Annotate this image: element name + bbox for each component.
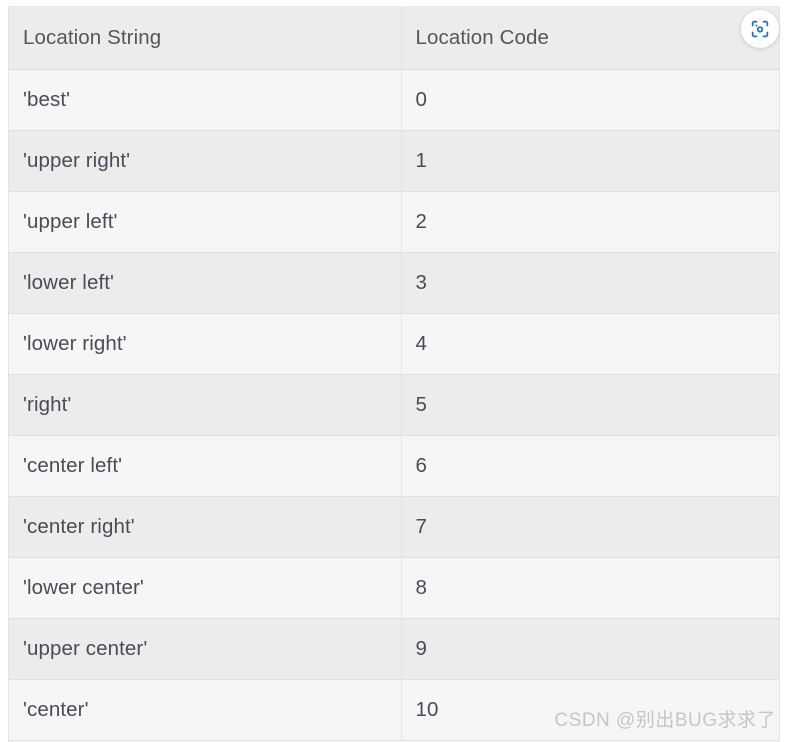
cell-location-code: 5 xyxy=(401,374,780,436)
scan-lens-icon xyxy=(751,20,769,38)
cell-location-code: 6 xyxy=(401,435,780,497)
table-row: 'lower left' 3 xyxy=(9,252,780,314)
cell-location-string: 'lower right' xyxy=(9,313,402,375)
table-row: 'upper center' 9 xyxy=(9,618,780,680)
table-row: 'center left' 6 xyxy=(9,435,780,497)
table-row: 'center' 10 xyxy=(9,679,780,741)
location-code-table: Location String Location Code 'best' 0'up… xyxy=(9,7,780,741)
cell-location-string: 'right' xyxy=(9,374,402,436)
cell-location-string: 'center' xyxy=(9,679,402,741)
cell-location-code: 4 xyxy=(401,313,780,375)
cell-location-code: 10 xyxy=(401,679,780,741)
cell-location-string: 'upper left' xyxy=(9,191,402,253)
table-row: 'upper right' 1 xyxy=(9,130,780,192)
cell-location-string: 'lower left' xyxy=(9,252,402,314)
cell-location-string: 'center left' xyxy=(9,435,402,497)
cell-location-code: 3 xyxy=(401,252,780,314)
cell-location-string: 'upper right' xyxy=(9,130,402,192)
column-header-location-code: Location Code xyxy=(401,7,780,70)
table-row: 'lower right' 4 xyxy=(9,313,780,375)
scan-lens-button[interactable] xyxy=(741,10,779,48)
cell-location-code: 7 xyxy=(401,496,780,558)
cell-location-string: 'upper center' xyxy=(9,618,402,680)
cell-location-code: 1 xyxy=(401,130,780,192)
cell-location-code: 0 xyxy=(401,69,780,131)
table-row: 'right' 5 xyxy=(9,374,780,436)
table-row: 'lower center' 8 xyxy=(9,557,780,619)
column-header-location-string: Location String xyxy=(9,7,402,70)
location-code-table-container: Location String Location Code 'best' 0'up… xyxy=(8,6,780,742)
table-body: 'best' 0'upper right' 1'upper left' 2'lower… xyxy=(9,69,780,741)
cell-location-code: 9 xyxy=(401,618,780,680)
cell-location-string: 'center right' xyxy=(9,496,402,558)
cell-location-code: 8 xyxy=(401,557,780,619)
cell-location-code: 2 xyxy=(401,191,780,253)
cell-location-string: 'best' xyxy=(9,69,402,131)
table-header-row: Location String Location Code xyxy=(9,7,780,70)
table-row: 'upper left' 2 xyxy=(9,191,780,253)
cell-location-string: 'lower center' xyxy=(9,557,402,619)
table-row: 'center right' 7 xyxy=(9,496,780,558)
table-row: 'best' 0 xyxy=(9,69,780,131)
page-root: Location String Location Code 'best' 0'up… xyxy=(0,0,788,742)
table-header: Location String Location Code xyxy=(9,7,780,70)
